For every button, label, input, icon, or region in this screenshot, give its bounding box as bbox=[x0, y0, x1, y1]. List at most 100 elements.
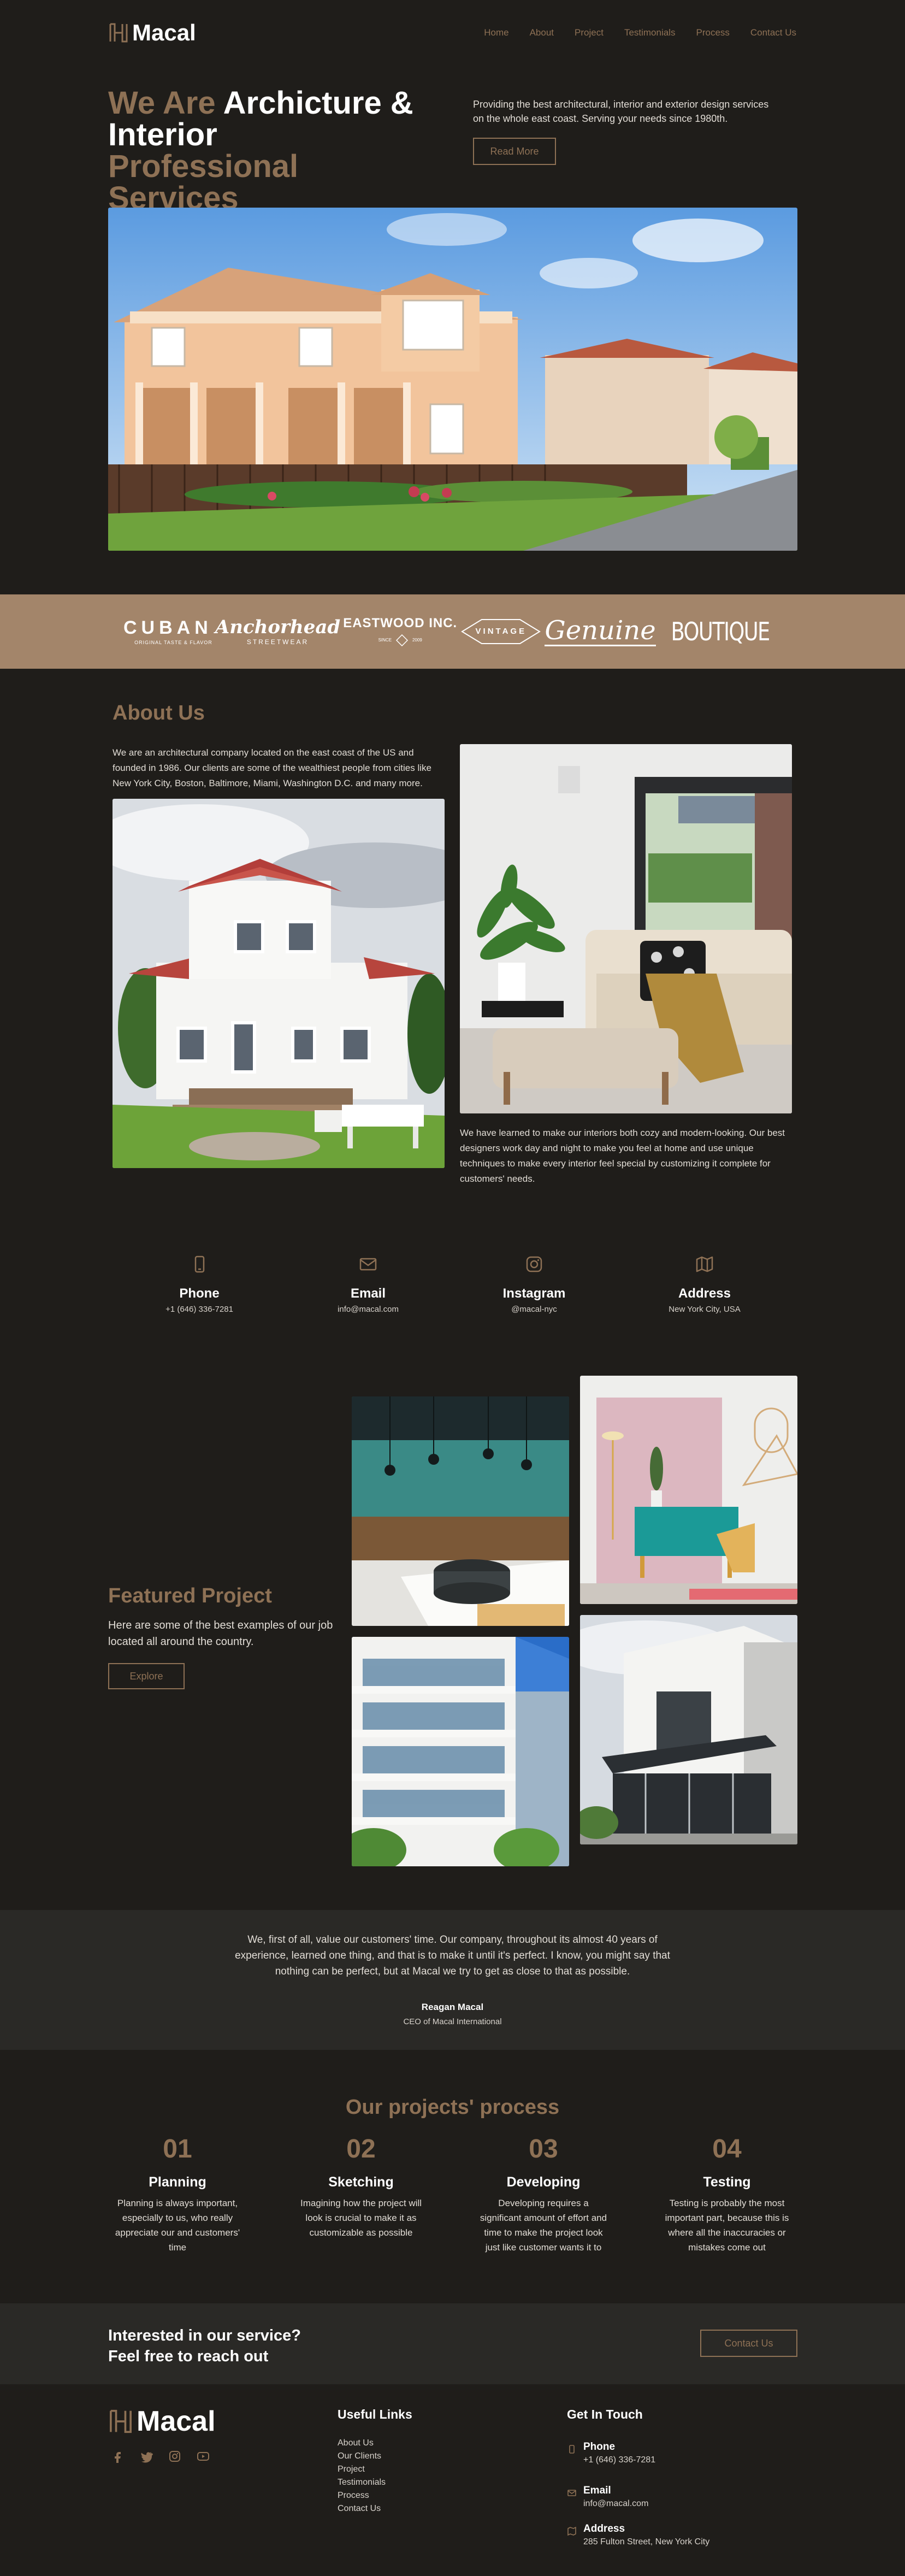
nav-link-process[interactable]: Process bbox=[696, 27, 729, 38]
footer-phone-value: +1 (646) 336-7281 bbox=[583, 2455, 656, 2465]
about-paragraph-2: We have learned to make our interiors bo… bbox=[460, 1128, 785, 1184]
footer-link-project[interactable]: Project bbox=[338, 2463, 386, 2476]
process-step-planning: 01 Planning Planning is always important… bbox=[112, 2134, 243, 2255]
youtube-icon[interactable] bbox=[197, 2450, 210, 2463]
logo[interactable]: Macal bbox=[108, 20, 196, 46]
phone-icon bbox=[194, 1255, 205, 1273]
eastwood-emblem-icon bbox=[396, 634, 409, 646]
footer-phone-label: Phone bbox=[583, 2441, 616, 2453]
hero-title-interior: Interior bbox=[108, 117, 217, 152]
facebook-icon[interactable] bbox=[111, 2450, 125, 2463]
apartment-tower-illustration bbox=[352, 1637, 569, 1866]
testimonial-author: Reagan Macal bbox=[421, 2002, 484, 2012]
process-step-desc: Planning is always important, especially… bbox=[115, 2198, 240, 2253]
contact-phone-label: Phone bbox=[179, 1286, 220, 1301]
brand-anchorhead: Anchorhead STREETWEAR bbox=[215, 618, 340, 645]
brand-eastwood-year: 2009 bbox=[412, 638, 422, 642]
cta-text: Interested in our service? Feel free to … bbox=[108, 2325, 301, 2367]
read-more-button[interactable]: Read More bbox=[473, 138, 556, 165]
get-in-touch-title: Get In Touch bbox=[567, 2407, 643, 2421]
brand-genuine: Genuine bbox=[545, 615, 656, 646]
contact-email-value: info@macal.com bbox=[338, 1305, 399, 1314]
contact-instagram-label: Instagram bbox=[502, 1286, 566, 1301]
featured-modern-house-image[interactable] bbox=[580, 1615, 797, 1844]
footer-address[interactable]: Address 285 Fulton Street, New York City bbox=[567, 2523, 709, 2547]
hero-title-archicture: Archicture & bbox=[223, 85, 413, 121]
cta-line-1: Interested in our service? bbox=[108, 2327, 301, 2344]
contact-us-button[interactable]: Contact Us bbox=[700, 2330, 797, 2357]
brand-genuine-name: Genuine bbox=[545, 615, 656, 646]
contact-instagram[interactable]: Instagram @macal-nyc bbox=[469, 1254, 600, 1314]
footer-link-contact[interactable]: Contact Us bbox=[338, 2502, 386, 2515]
map-icon bbox=[567, 2526, 576, 2536]
process-step-number: 04 bbox=[712, 2135, 742, 2164]
footer-link-about[interactable]: About Us bbox=[338, 2437, 386, 2450]
brand-vintage-name: VINTAGE bbox=[475, 627, 527, 636]
footer-logo[interactable]: Macal bbox=[108, 2405, 216, 2438]
process-step-number: 02 bbox=[346, 2135, 376, 2164]
map-icon bbox=[696, 1256, 713, 1272]
process-step-name: Planning bbox=[149, 2174, 206, 2190]
footer-link-clients[interactable]: Our Clients bbox=[338, 2450, 386, 2463]
process-step-name: Developing bbox=[506, 2174, 581, 2190]
nav-link-contact[interactable]: Contact Us bbox=[750, 27, 796, 38]
villa-illustration bbox=[108, 208, 797, 551]
pink-room-illustration bbox=[580, 1376, 797, 1604]
featured-bathroom-image[interactable] bbox=[352, 1396, 569, 1626]
social-links bbox=[111, 2450, 210, 2463]
process-title: Our projects' process bbox=[345, 2096, 560, 2119]
brand-eastwood-sub: SINCE 2009 bbox=[343, 634, 457, 646]
footer-link-process[interactable]: Process bbox=[338, 2489, 386, 2502]
footer-link-testimonials[interactable]: Testimonials bbox=[338, 2476, 386, 2489]
testimonial-role: CEO of Macal International bbox=[403, 2017, 502, 2026]
hero-title-professional: Professional bbox=[108, 149, 299, 184]
process-step-developing: 03 Developing Developing requires a sign… bbox=[478, 2134, 609, 2255]
featured-tower-image[interactable] bbox=[352, 1637, 569, 1866]
process-step-name: Testing bbox=[703, 2174, 751, 2190]
logo-text: Macal bbox=[132, 20, 196, 45]
logo-mark-icon bbox=[109, 23, 128, 43]
top-nav: Macal Home About Project Testimonials Pr… bbox=[108, 20, 796, 46]
brand-boutique-name: BOUTIQUE bbox=[671, 617, 770, 646]
nav-link-home[interactable]: Home bbox=[484, 27, 508, 38]
explore-button[interactable]: Explore bbox=[108, 1663, 185, 1689]
contact-phone[interactable]: Phone +1 (646) 336-7281 bbox=[134, 1254, 265, 1314]
process-step-sketching: 02 Sketching Imagining how the project w… bbox=[295, 2134, 427, 2240]
useful-links-list: About Us Our Clients Project Testimonial… bbox=[338, 2437, 386, 2515]
contact-phone-value: +1 (646) 336-7281 bbox=[165, 1305, 233, 1314]
white-house-illustration bbox=[113, 799, 445, 1168]
contact-address-label: Address bbox=[678, 1286, 731, 1301]
nav-link-about[interactable]: About bbox=[530, 27, 554, 38]
contact-address[interactable]: Address New York City, USA bbox=[639, 1254, 770, 1314]
nav-link-testimonials[interactable]: Testimonials bbox=[624, 27, 676, 38]
brand-boutique: BOUTIQUE bbox=[659, 619, 782, 644]
brand-anchorhead-name: Anchorhead bbox=[215, 616, 341, 638]
contact-email-label: Email bbox=[350, 1286, 386, 1301]
cta-line-2: Feel free to reach out bbox=[108, 2348, 269, 2365]
testimonial-quote: We, first of all, value our customers' t… bbox=[235, 1934, 670, 1977]
featured-pink-room-image[interactable] bbox=[580, 1376, 797, 1604]
process-step-number: 03 bbox=[529, 2135, 558, 2164]
about-house-image bbox=[113, 799, 445, 1168]
twitter-icon[interactable] bbox=[140, 2450, 153, 2463]
about-paragraph-1: We are an architectural company located … bbox=[113, 747, 431, 788]
instagram-icon[interactable] bbox=[168, 2450, 181, 2463]
instagram-icon bbox=[526, 1256, 542, 1272]
brand-eastwood: EASTWOOD INC. SINCE 2009 bbox=[343, 617, 457, 646]
hero-title-we-are: We Are bbox=[108, 85, 216, 121]
featured-description: Here are some of the best examples of ou… bbox=[108, 1619, 333, 1648]
page: Macal Home About Project Testimonials Pr… bbox=[0, 0, 905, 2576]
process-step-desc: Developing requires a significant amount… bbox=[480, 2198, 607, 2253]
process-step-desc: Testing is probably the most important p… bbox=[665, 2198, 789, 2253]
footer-logo-text: Macal bbox=[137, 2406, 216, 2437]
footer-email[interactable]: Email info@macal.com bbox=[567, 2485, 648, 2509]
nav-link-project[interactable]: Project bbox=[575, 27, 604, 38]
modern-house-illustration bbox=[580, 1615, 797, 1844]
brand-cuban: CUBAN ORIGINAL TASTE & FLAVOR bbox=[123, 618, 212, 645]
footer-phone[interactable]: Phone +1 (646) 336-7281 bbox=[567, 2441, 655, 2465]
teal-bathroom-illustration bbox=[352, 1396, 569, 1626]
hero-description: Providing the best architectural, interi… bbox=[473, 99, 769, 124]
process-step-testing: 04 Testing Testing is probably the most … bbox=[661, 2134, 792, 2255]
brand-eastwood-since: SINCE bbox=[378, 638, 392, 642]
contact-email[interactable]: Email info@macal.com bbox=[303, 1254, 434, 1314]
